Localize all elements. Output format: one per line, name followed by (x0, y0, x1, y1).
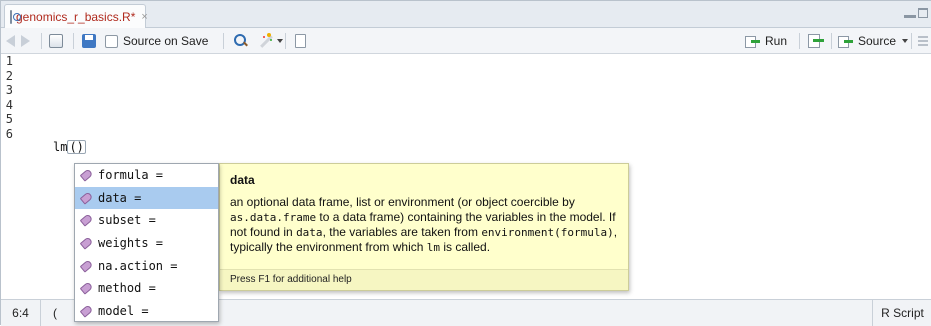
matched-parentheses: () (67, 140, 86, 154)
completion-label: data = (98, 190, 142, 205)
completion-label: method = (98, 281, 156, 296)
source-editor-pane: genomics_r_basics.R* × Source on Save Ru… (0, 0, 931, 326)
maximize-pane-icon[interactable] (918, 8, 928, 18)
back-arrow-icon (6, 35, 15, 47)
completion-item[interactable]: method = (75, 277, 218, 300)
show-in-window-button[interactable] (49, 32, 63, 50)
help-footer-hint: Press F1 for additional help (220, 269, 628, 290)
source-on-save-toggle[interactable]: Source on Save (105, 32, 208, 50)
code-line-6[interactable]: lm() (53, 140, 86, 154)
completion-item-selected[interactable]: data = (75, 186, 218, 210)
run-icon (745, 35, 761, 48)
help-text: an optional data frame, list or environm… (230, 195, 575, 209)
editor-tab-bar: genomics_r_basics.R* × (1, 1, 931, 28)
help-code: lm (426, 241, 440, 254)
editor-toolbar: Source on Save Run Source (1, 28, 931, 54)
toolbar-divider (41, 33, 42, 49)
chevron-down-icon (277, 39, 283, 43)
help-code: data (296, 226, 323, 239)
rerun-button[interactable] (808, 32, 826, 50)
source-on-save-label: Source on Save (123, 34, 209, 48)
chevron-down-icon[interactable] (902, 39, 909, 43)
forward-button[interactable] (21, 32, 30, 50)
file-type-selector[interactable]: R Script (872, 300, 931, 326)
code-tools-button[interactable] (258, 32, 283, 50)
outline-icon (918, 36, 928, 46)
help-text: is called. (440, 240, 491, 254)
line-number: 6 (5, 126, 13, 141)
completion-label: na.action = (98, 258, 178, 273)
notebook-icon (295, 34, 306, 48)
argument-tag-icon (79, 236, 94, 250)
completion-item[interactable]: na.action = (75, 254, 218, 277)
run-label: Run (765, 34, 788, 48)
document-outline-button[interactable] (918, 32, 928, 50)
cursor-position: 6:4 (1, 300, 41, 326)
save-button[interactable] (82, 32, 96, 50)
completion-item[interactable]: subset = (75, 209, 218, 232)
run-button[interactable]: Run (745, 32, 787, 50)
argument-tag-icon (79, 168, 94, 182)
help-description: an optional data frame, list or environm… (230, 195, 622, 255)
completion-label: weights = (98, 236, 164, 251)
tab-genomics-r-basics[interactable]: genomics_r_basics.R* × (4, 4, 148, 28)
toolbar-divider (799, 33, 800, 49)
line-number: 1 (5, 54, 13, 68)
scope-indicator[interactable]: ( (53, 300, 57, 326)
source-on-save-checkbox[interactable] (105, 34, 118, 48)
argument-tag-icon (79, 281, 94, 295)
find-replace-button[interactable] (234, 32, 248, 50)
argument-tag-icon (79, 304, 94, 318)
source-button[interactable]: Source (838, 32, 909, 50)
line-number: 4 (5, 97, 13, 112)
completion-item[interactable]: model = (75, 300, 218, 323)
completion-item[interactable]: formula = (75, 164, 218, 187)
line-number: 3 (5, 83, 13, 98)
line-number: 5 (5, 112, 13, 127)
argument-tag-icon (79, 259, 94, 273)
help-code: as.data.frame (230, 211, 317, 224)
completion-label: subset = (98, 213, 156, 228)
source-label: Source (858, 34, 897, 48)
argument-help-popup: data an optional data frame, list or env… (219, 163, 629, 291)
toolbar-divider (223, 33, 224, 49)
r-file-icon (10, 9, 21, 24)
save-icon (82, 34, 96, 48)
search-icon (234, 34, 248, 48)
forward-arrow-icon (21, 35, 30, 47)
pane-window-controls (904, 8, 928, 18)
tab-title: genomics_r_basics.R* (16, 9, 136, 24)
autocomplete-list: formula = data = subset = weights = na.a… (74, 163, 219, 322)
rerun-icon (808, 34, 826, 48)
completion-label: model = (98, 303, 149, 318)
line-number-gutter: 1 2 3 4 5 6 (1, 54, 41, 299)
code-text: lm (53, 140, 68, 154)
line-number: 2 (5, 68, 13, 83)
toolbar-divider (285, 33, 286, 49)
toolbar-divider (911, 33, 912, 49)
help-text: , the variables are taken from (322, 225, 482, 239)
help-title: data (230, 173, 255, 187)
toolbar-divider (831, 33, 832, 49)
compile-report-button[interactable] (295, 32, 306, 50)
argument-tag-icon (79, 213, 94, 228)
help-code: environment(formula) (481, 226, 614, 239)
tab-close-icon[interactable]: × (141, 11, 147, 23)
completion-label: formula = (98, 168, 164, 183)
minimize-pane-icon[interactable] (904, 8, 916, 18)
magic-wand-icon (258, 33, 274, 49)
back-button[interactable] (6, 32, 15, 50)
show-in-window-icon (49, 34, 63, 48)
argument-tag-icon (79, 191, 94, 205)
source-icon (838, 35, 854, 48)
completion-item[interactable]: weights = (75, 232, 218, 255)
toolbar-divider (73, 33, 74, 49)
